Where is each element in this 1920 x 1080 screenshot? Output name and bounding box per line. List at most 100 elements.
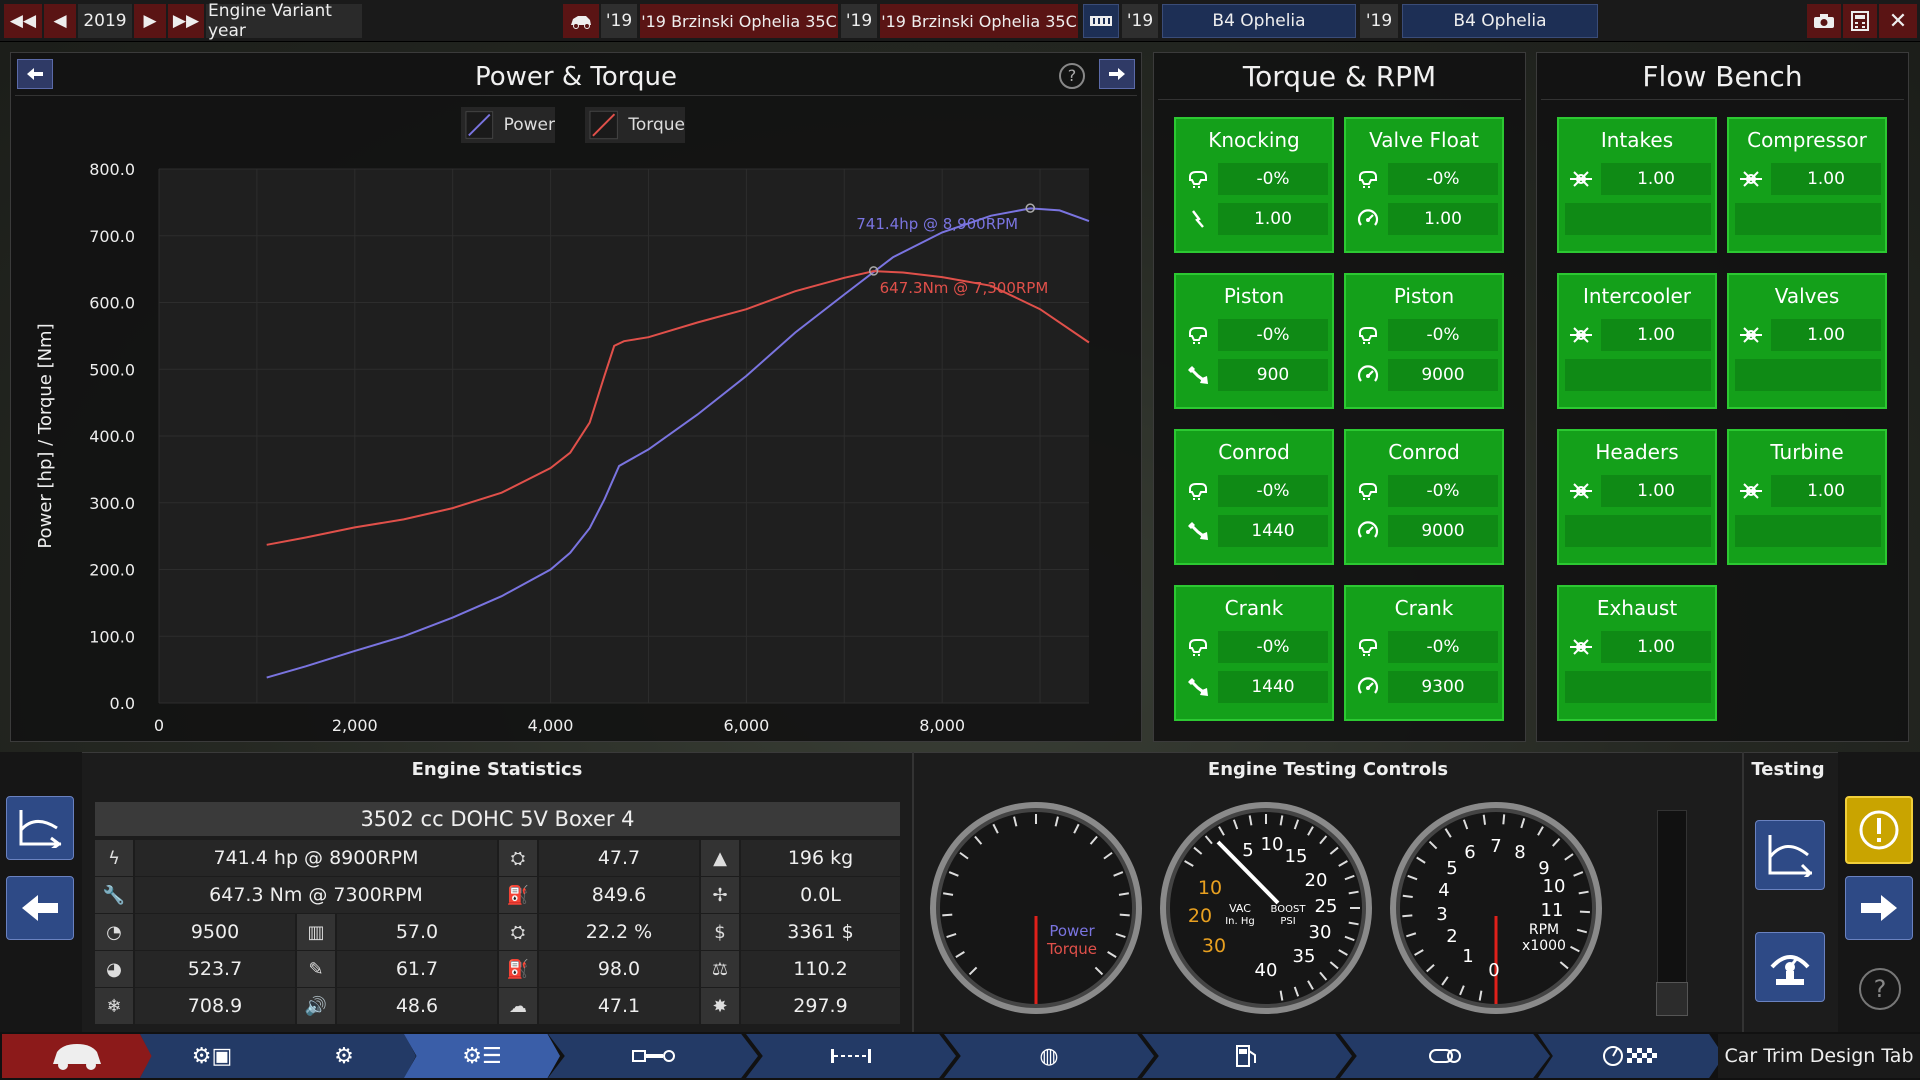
- flow-card-exhaust[interactable]: Exhaust 1.00: [1557, 585, 1717, 721]
- car-icon[interactable]: [563, 4, 599, 38]
- help-icon[interactable]: ?: [1859, 968, 1901, 1010]
- flow-value[interactable]: 1.00: [1601, 319, 1711, 351]
- flow-value[interactable]: 1.00: [1771, 475, 1881, 507]
- card-value-1[interactable]: -0%: [1218, 163, 1328, 195]
- chassis-icon: [632, 1050, 675, 1062]
- slot4-name[interactable]: B4 Ophelia: [1402, 4, 1598, 38]
- x-tick-label: 0: [154, 716, 164, 735]
- engine-block-icon[interactable]: [1083, 4, 1119, 38]
- card-value-1[interactable]: -0%: [1388, 631, 1498, 663]
- throttle-slider-handle[interactable]: [1656, 982, 1688, 1016]
- warning-button[interactable]: [1845, 796, 1913, 864]
- tab-car-body[interactable]: [2, 1034, 152, 1078]
- stat-value: 22.2 %: [539, 914, 699, 950]
- flow-empty-cell: [1735, 515, 1881, 547]
- tab-trim-design[interactable]: [1538, 1034, 1724, 1078]
- prev-year-button[interactable]: ◀: [44, 4, 76, 38]
- flow-value[interactable]: 1.00: [1771, 163, 1881, 195]
- stat-value: 849.6: [539, 877, 699, 913]
- vacuum-boost-gauge: 5 10152025303540102030VACIn. HgBOOSTPSI: [1160, 802, 1372, 1014]
- engine-icon: [1352, 319, 1384, 351]
- last-year-button[interactable]: ▶▶: [168, 4, 204, 38]
- tab-engine-variant[interactable]: ⚙: [272, 1034, 416, 1078]
- torque-card-knocking[interactable]: Knocking -0% 1.00: [1174, 117, 1334, 253]
- flow-card-valves[interactable]: Valves 1.00: [1727, 273, 1887, 409]
- first-year-button[interactable]: ◀◀: [4, 4, 42, 38]
- service-icon: ⚖: [701, 951, 739, 987]
- engine-family-icon: ⚙▣: [191, 1043, 233, 1069]
- rpm-tick: 7: [1490, 836, 1501, 857]
- card-value-2[interactable]: 900: [1218, 359, 1328, 391]
- torque-card-piston[interactable]: Piston -0% 900: [1174, 273, 1334, 409]
- close-icon[interactable]: ✕: [1879, 4, 1917, 38]
- torque-card-conrod[interactable]: Conrod -0% 9000: [1344, 429, 1504, 565]
- slot2-name[interactable]: '19 Brzinski Ophelia 35C: [880, 4, 1078, 38]
- testing-title: Testing: [1751, 759, 1825, 780]
- card-value-2[interactable]: 1440: [1218, 515, 1328, 547]
- boost-tick: 30: [1309, 922, 1332, 943]
- tab-suspension[interactable]: [746, 1034, 956, 1078]
- test-track-button[interactable]: [1755, 932, 1825, 1002]
- torque-rpm-title: Torque & RPM: [1242, 60, 1437, 93]
- card-value-2[interactable]: 9000: [1388, 515, 1498, 547]
- card-value-1[interactable]: -0%: [1218, 319, 1328, 351]
- tab-engine-family[interactable]: ⚙▣: [140, 1034, 284, 1078]
- cold-icon: ❄: [95, 988, 133, 1024]
- card-value-2[interactable]: 1.00: [1388, 203, 1498, 235]
- flow-card-intakes[interactable]: Intakes 1.00: [1557, 117, 1717, 253]
- calculator-icon[interactable]: [1843, 4, 1877, 38]
- card-value-2[interactable]: 1.00: [1218, 203, 1328, 235]
- torque-card-valve-float[interactable]: Valve Float -0% 1.00: [1344, 117, 1504, 253]
- power-torque-chart: 0.0 100.0 200.0 300.0 400.0 500.0 600.0 700.0 80…: [35, 160, 1090, 735]
- camera-icon[interactable]: [1807, 4, 1841, 38]
- flow-value[interactable]: 1.00: [1601, 631, 1711, 663]
- flow-card-turbine[interactable]: Turbine 1.00: [1727, 429, 1887, 565]
- next-year-button[interactable]: ▶: [134, 4, 166, 38]
- rpm-gauge: 0123456 7 891011RPMx1000: [1390, 802, 1602, 1014]
- slot1-name[interactable]: '19 Brzinski Ophelia 35C: [640, 4, 838, 38]
- card-value-1[interactable]: -0%: [1388, 475, 1498, 507]
- tab-turbo[interactable]: ◍: [944, 1034, 1154, 1078]
- card-value-1[interactable]: -0%: [1218, 631, 1328, 663]
- engine-icon: [1352, 475, 1384, 507]
- peak-annotation-power: 741.4hp @ 8,900RPM: [856, 215, 1018, 233]
- torque-card-conrod[interactable]: Conrod -0% 1440: [1174, 429, 1334, 565]
- back-button[interactable]: [6, 876, 74, 940]
- stat-value: 196 kg: [741, 840, 900, 876]
- flow-value[interactable]: 1.00: [1601, 475, 1711, 507]
- flow-value[interactable]: 1.00: [1601, 163, 1711, 195]
- next-button[interactable]: [1845, 876, 1913, 940]
- rpm-tick: 8: [1514, 842, 1525, 863]
- engine-icon: [1182, 631, 1214, 663]
- run-dyno-button[interactable]: [1755, 820, 1825, 890]
- card-value-2[interactable]: 9000: [1388, 359, 1498, 391]
- fuel-efficiency-icon: ⛽: [499, 877, 537, 913]
- flow-card-intercooler[interactable]: Intercooler 1.00: [1557, 273, 1717, 409]
- dyno-graph-button[interactable]: [6, 796, 74, 860]
- tab-exhaust[interactable]: [1340, 1034, 1550, 1078]
- stat-value: 647.3 Nm @ 7300RPM: [135, 877, 497, 913]
- card-value-1[interactable]: -0%: [1218, 475, 1328, 507]
- card-label: Valve Float: [1369, 128, 1479, 152]
- card-value-1[interactable]: -0%: [1388, 163, 1498, 195]
- x-tick-label: 8,000: [919, 716, 965, 735]
- flow-empty-cell: [1565, 203, 1711, 235]
- tab-chassis[interactable]: [548, 1034, 758, 1078]
- flow-card-headers[interactable]: Headers 1.00: [1557, 429, 1717, 565]
- flow-card-compressor[interactable]: Compressor 1.00: [1727, 117, 1887, 253]
- tab-fuel[interactable]: [1142, 1034, 1352, 1078]
- torque-card-crank[interactable]: Crank -0% 1440: [1174, 585, 1334, 721]
- flow-value[interactable]: 1.00: [1771, 319, 1881, 351]
- card-value-2[interactable]: 1440: [1218, 671, 1328, 703]
- y-tick-label: 200.0: [89, 561, 135, 580]
- car-trim-design-tab-label[interactable]: Car Trim Design Tab: [1718, 1034, 1920, 1078]
- cost-icon: $: [701, 914, 739, 950]
- card-value-2[interactable]: 9300: [1388, 671, 1498, 703]
- spark-icon: ✎: [297, 951, 335, 987]
- card-value-1[interactable]: -0%: [1388, 319, 1498, 351]
- slot3-name[interactable]: B4 Ophelia: [1162, 4, 1356, 38]
- torque-card-crank[interactable]: Crank -0% 9300: [1344, 585, 1504, 721]
- engine-icon: [1182, 163, 1214, 195]
- torque-card-piston[interactable]: Piston -0% 9000: [1344, 273, 1504, 409]
- tab-engine-tune[interactable]: ⚙☰: [404, 1034, 560, 1078]
